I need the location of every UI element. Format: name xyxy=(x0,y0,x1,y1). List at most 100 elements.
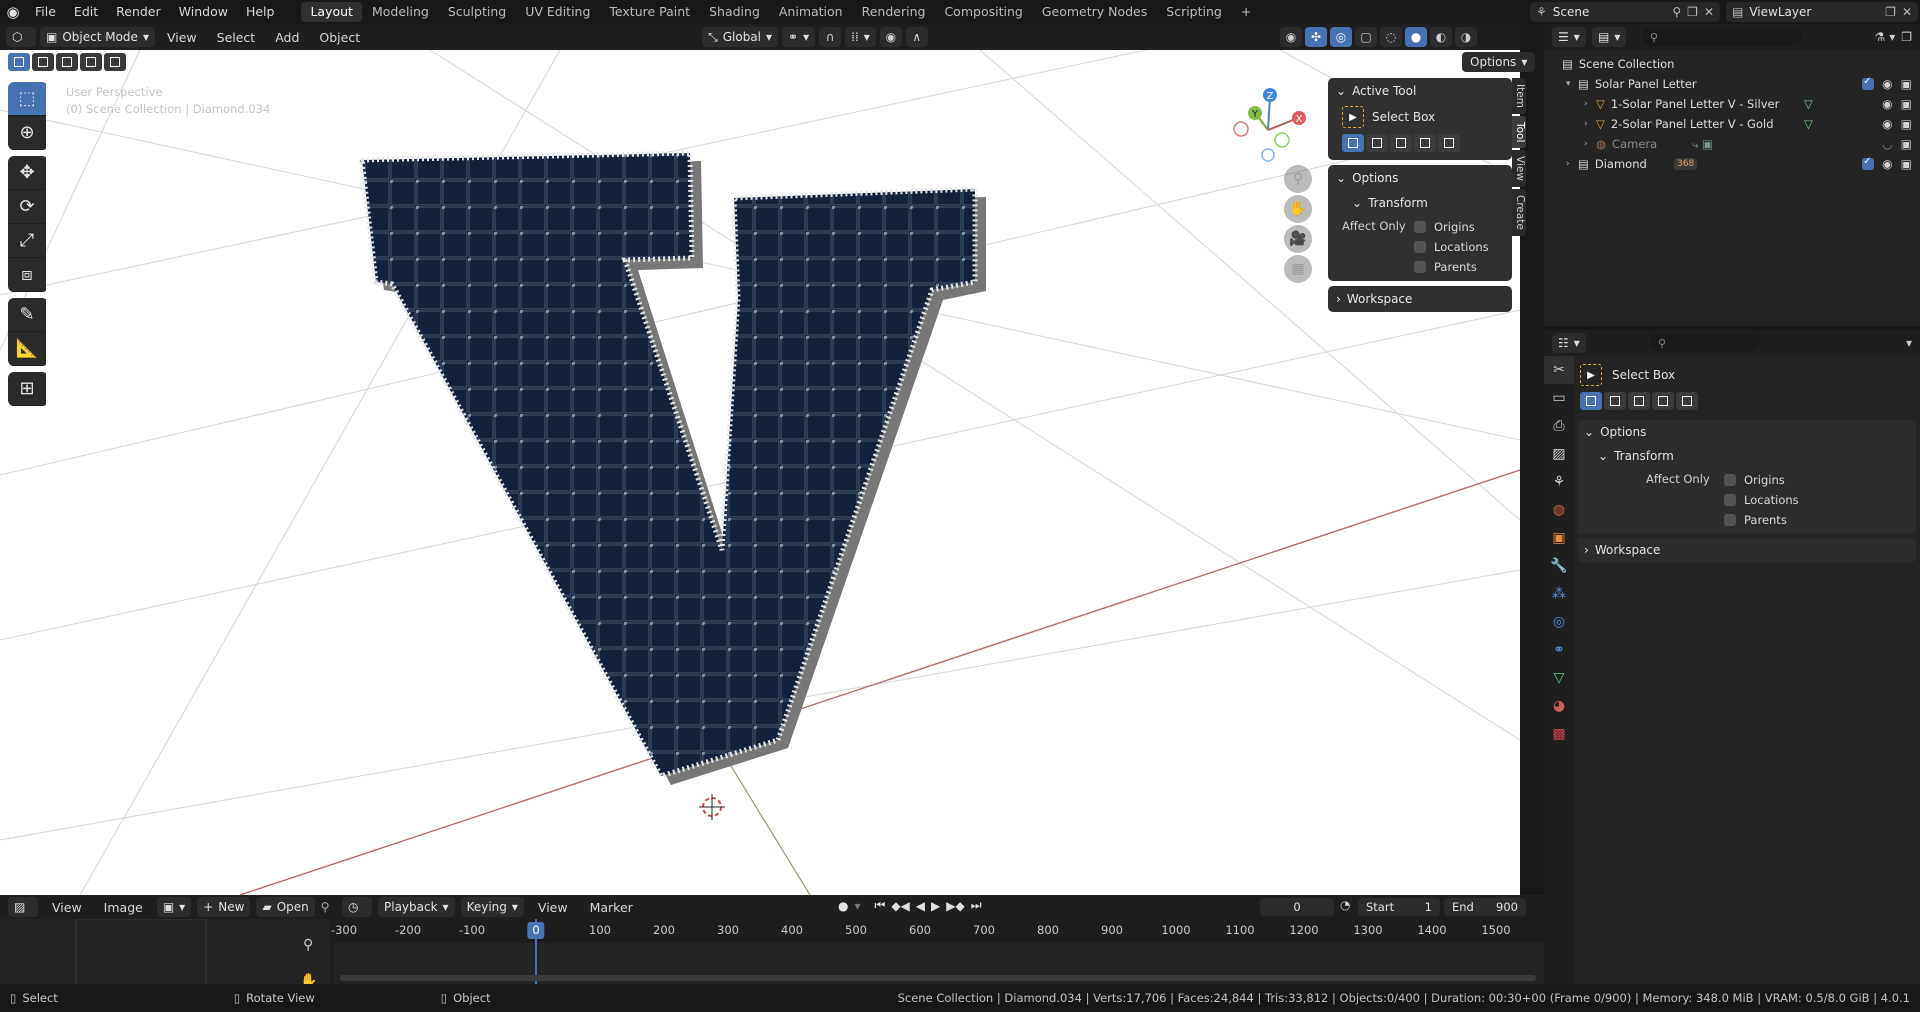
parents-checkbox-row[interactable]: Parents xyxy=(1414,257,1489,277)
camera-view-button[interactable]: 🎥 xyxy=(1284,225,1312,253)
outliner-row-diamond[interactable]: › ▤ Diamond 368 ◉▣ xyxy=(1544,154,1920,174)
select-subtract-button[interactable] xyxy=(56,53,78,71)
playhead-frame-label[interactable]: 0 xyxy=(527,922,545,939)
prop-select-new-button[interactable] xyxy=(1580,392,1602,410)
properties-editor-type[interactable]: ☷ ▾ xyxy=(1552,333,1586,353)
np-select-new-button[interactable] xyxy=(1342,134,1364,152)
modifier-properties-tab[interactable]: 🔧 xyxy=(1544,552,1574,580)
camera-data-icon[interactable]: ⤷ ▣ xyxy=(1692,137,1713,152)
tab-animation[interactable]: Animation xyxy=(770,2,852,22)
outliner-row-silver[interactable]: › ▽ 1-Solar Panel Letter V - Silver ▽ ◉ ▣ xyxy=(1544,94,1920,114)
timeline-menu-marker[interactable]: Marker xyxy=(582,900,641,915)
gizmo-toggle[interactable]: ✣ xyxy=(1305,27,1327,47)
current-frame-field[interactable]: 0 xyxy=(1260,898,1334,916)
snap-toggle[interactable]: ∩ xyxy=(819,27,842,47)
texture-properties-tab[interactable]: ▩ xyxy=(1544,720,1574,748)
select-invert-button[interactable] xyxy=(80,53,102,71)
physics-properties-tab[interactable]: ◎ xyxy=(1544,608,1574,636)
image-canvas[interactable]: ⚲ ✋ xyxy=(0,918,330,998)
origins-checkbox-row[interactable]: Origins xyxy=(1414,217,1489,237)
mesh-data-icon[interactable]: ▽ xyxy=(1804,97,1813,111)
constraints-properties-tab[interactable]: ⚭ xyxy=(1544,636,1574,664)
xray-toggle[interactable]: ▢ xyxy=(1355,27,1377,47)
prop-select-intersect-button[interactable] xyxy=(1676,392,1698,410)
copy-view-layer-icon[interactable]: ❐ xyxy=(1885,5,1896,19)
viewport-menu-select[interactable]: Select xyxy=(209,30,264,45)
navigation-gizmo[interactable]: Z Y X xyxy=(1228,82,1308,172)
measure-tool[interactable]: 📐 xyxy=(8,332,46,366)
pin-icon[interactable]: ⚲ xyxy=(321,900,330,914)
parents-checkbox[interactable] xyxy=(1414,261,1426,273)
chevron-down-icon[interactable]: ▾ xyxy=(854,899,860,913)
timeline-scrollbar[interactable] xyxy=(340,975,1536,981)
timeline-editor-type[interactable]: ◷ xyxy=(342,897,372,917)
outliner-search-input[interactable]: ⚲ xyxy=(1642,28,1802,46)
filter-icon[interactable]: ⚗ ▾ xyxy=(1875,30,1896,44)
shading-solid[interactable]: ● xyxy=(1405,27,1427,47)
editor-type-dropdown[interactable]: ⬡ xyxy=(6,27,36,47)
jump-end-icon[interactable]: ⏭ xyxy=(971,898,982,913)
image-menu-image[interactable]: Image xyxy=(96,900,151,915)
np-select-subtract-button[interactable] xyxy=(1390,134,1412,152)
camera-icon[interactable]: ▣ xyxy=(1901,117,1912,131)
image-editor-type[interactable]: ▨ xyxy=(8,897,38,917)
prop-locations-row[interactable]: Locations xyxy=(1724,490,1799,510)
new-image-button[interactable]: + New xyxy=(197,897,251,917)
pin-icon[interactable]: ⚲ xyxy=(1672,5,1681,19)
close-scene-icon[interactable]: ✕ xyxy=(1704,5,1714,19)
jump-start-icon[interactable]: ⏮ xyxy=(875,898,886,913)
keying-menu[interactable]: Keying ▾ xyxy=(460,897,524,917)
tab-rendering[interactable]: Rendering xyxy=(853,2,935,22)
tab-compositing[interactable]: Compositing xyxy=(935,2,1031,22)
expand-icon[interactable]: › xyxy=(1584,119,1596,129)
np-select-intersect-button[interactable] xyxy=(1438,134,1460,152)
start-frame-field[interactable]: Start 1 xyxy=(1358,898,1440,916)
viewport-menu-add[interactable]: Add xyxy=(267,30,307,45)
data-properties-tab[interactable]: ▽ xyxy=(1544,664,1574,692)
move-tool[interactable]: ✥ xyxy=(8,156,46,190)
expand-icon[interactable]: ▾ xyxy=(1566,79,1578,89)
proportional-edit-toggle[interactable]: ◉ xyxy=(879,27,902,47)
jump-keyframe-forward-icon[interactable]: ▶◆ xyxy=(946,899,964,913)
scene-selector[interactable]: ⚘ Scene ⚲ ❐ ✕ xyxy=(1530,2,1720,22)
annotate-tool[interactable]: ✎ xyxy=(8,298,46,332)
tab-modeling[interactable]: Modeling xyxy=(363,2,438,22)
workspace-header[interactable]: › Workspace xyxy=(1328,286,1512,312)
outliner-row-gold[interactable]: › ▽ 2-Solar Panel Letter V - Gold ▽ ◉ ▣ xyxy=(1544,114,1920,134)
transform-orientation-dropdown[interactable]: ⤡ Global ▾ xyxy=(702,27,779,47)
prop-locations-checkbox[interactable] xyxy=(1724,494,1736,506)
scale-tool[interactable]: ⤢ xyxy=(8,224,46,258)
prop-transform-header[interactable]: ⌄ Transform xyxy=(1578,444,1916,468)
zoom-icon[interactable]: ⚲ xyxy=(303,937,313,953)
sidebar-tab-tool[interactable]: Tool xyxy=(1512,115,1526,149)
camera-icon[interactable]: ▣ xyxy=(1901,97,1912,111)
play-icon[interactable]: ▶ xyxy=(931,899,940,913)
camera-icon[interactable]: ▣ xyxy=(1901,157,1912,171)
blender-logo-icon[interactable]: ◉ xyxy=(0,0,26,24)
pan-view-button[interactable]: ✋ xyxy=(1284,195,1312,223)
prop-select-extend-button[interactable] xyxy=(1604,392,1626,410)
locations-checkbox[interactable] xyxy=(1414,241,1426,253)
record-icon[interactable]: ● xyxy=(838,899,848,913)
rotate-tool[interactable]: ⟳ xyxy=(8,190,46,224)
prop-origins-checkbox[interactable] xyxy=(1724,474,1736,486)
eye-icon[interactable]: ◉ xyxy=(1882,97,1892,111)
stopwatch-icon[interactable]: ◔ xyxy=(1340,898,1350,912)
shading-rendered[interactable]: ◑ xyxy=(1455,27,1477,47)
gizmo-neg-z-icon[interactable] xyxy=(1261,148,1275,162)
copy-scene-icon[interactable]: ❐ xyxy=(1687,5,1698,19)
render-properties-tab[interactable]: ▭ xyxy=(1544,384,1574,412)
object-properties-tab[interactable]: ▣ xyxy=(1544,524,1574,552)
expand-icon[interactable]: › xyxy=(1584,99,1596,109)
3d-cursor[interactable] xyxy=(699,794,725,820)
zoom-view-button[interactable]: ⚲ xyxy=(1284,165,1312,193)
tab-texture-paint[interactable]: Texture Paint xyxy=(600,2,699,22)
menu-file[interactable]: File xyxy=(26,0,65,24)
snap-dropdown[interactable]: ⁞⁞ ▾ xyxy=(845,27,876,47)
viewport-options-button[interactable]: Options ▾ xyxy=(1462,52,1536,72)
add-cube-tool[interactable]: ⊞ xyxy=(8,372,46,406)
outliner-row-camera[interactable]: › ◍ Camera ⤷ ▣ ◡ ▣ xyxy=(1544,134,1920,154)
eye-icon[interactable]: ◉ xyxy=(1882,117,1892,131)
camera-icon[interactable]: ▣ xyxy=(1901,77,1912,91)
close-view-layer-icon[interactable]: ✕ xyxy=(1902,5,1912,19)
